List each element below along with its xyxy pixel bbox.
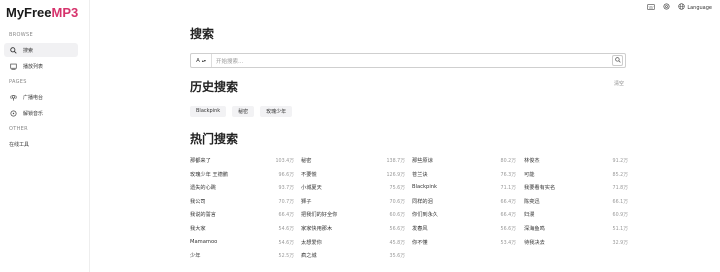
hot-item[interactable]: 我大家 54.6万 <box>190 225 294 239</box>
hot-item[interactable]: 可能 85.2万 <box>524 171 628 185</box>
unlock-icon <box>7 109 19 117</box>
hot-item[interactable]: 待我决去 32.9万 <box>524 239 628 253</box>
hot-item[interactable]: 遗失的心跳 93.7万 <box>190 184 294 198</box>
search-type-select[interactable]: A ▴▾ <box>191 54 212 67</box>
hot-column-2: 秘密 138.7万 不要慌 126.9万 小城夏天 75.6万 狮子 70.6万 把我们… <box>301 157 405 266</box>
hot-item[interactable]: Blackpink 71.1万 <box>412 184 516 198</box>
hot-item[interactable]: 疯之城 35.6万 <box>301 252 405 266</box>
history-chip[interactable]: 秘密 <box>232 106 255 117</box>
hot-item[interactable]: 玫瑰少年 王德鹏 96.6万 <box>190 171 294 185</box>
sidebar-item-online-tools[interactable]: 在线工具 <box>4 137 78 151</box>
search-type-value: A <box>196 57 200 64</box>
hot-item[interactable]: 苍兰诀 76.3万 <box>412 171 516 185</box>
radio-icon <box>7 94 19 101</box>
clear-history-button[interactable]: 清空 <box>614 80 624 87</box>
sidebar-item-label: 广播电台 <box>23 94 44 101</box>
hot-title: 热门搜索 <box>190 132 239 146</box>
sidebar-item-label: 解锁音乐 <box>23 110 44 117</box>
playlist-icon <box>7 63 19 70</box>
settings-icon[interactable] <box>663 3 670 12</box>
search-icon <box>7 46 19 54</box>
top-bar: Language <box>647 3 712 12</box>
hot-item[interactable]: 发春风 56.6万 <box>412 225 516 239</box>
chevron-updown-icon: ▴▾ <box>201 58 206 63</box>
hot-column-4: 林俊杰 91.2万 可能 85.2万 我要看有实名 71.8万 陈奕迅 66.1万 妇漫… <box>524 157 628 252</box>
pages-section-label: PAGES <box>9 79 27 85</box>
hot-item[interactable]: 林俊杰 91.2万 <box>524 157 628 171</box>
hot-item[interactable]: 你不懂 53.4万 <box>412 239 516 253</box>
hot-item[interactable]: 我要看有实名 71.8万 <box>524 184 628 198</box>
hot-item[interactable]: 太想爱你 45.8万 <box>301 239 405 253</box>
hot-item[interactable]: 你们到永久 66.4万 <box>412 211 516 225</box>
hot-item[interactable]: 小城夏天 75.6万 <box>301 184 405 198</box>
globe-icon <box>678 3 685 12</box>
hot-item[interactable]: 深海鱼鸣 51.1万 <box>524 225 628 239</box>
keyboard-icon[interactable] <box>647 3 656 12</box>
history-title: 历史搜索 <box>190 80 239 94</box>
sidebar: MyFreeMP3 BROWSE 搜索 播放列表 PAGES 广播电台 解锁音乐… <box>0 0 90 272</box>
search-button[interactable] <box>612 55 623 66</box>
history-chips: Blackpink 秘密 玫瑰少年 <box>190 106 293 117</box>
hot-item[interactable]: 妇漫 60.9万 <box>524 211 628 225</box>
hot-item[interactable]: 那都来了 103.4万 <box>190 157 294 171</box>
language-selector[interactable]: Language <box>678 3 712 12</box>
history-chip[interactable]: Blackpink <box>190 106 227 117</box>
browse-section-label: BROWSE <box>9 32 33 38</box>
search-title: 搜索 <box>190 27 215 41</box>
hot-item[interactable]: Mamamoo 54.6万 <box>190 239 294 253</box>
other-section-label: OTHER <box>9 126 28 132</box>
app-logo[interactable]: MyFreeMP3 <box>6 5 78 20</box>
hot-item[interactable]: 那些原谅 80.2万 <box>412 157 516 171</box>
hot-item[interactable]: 我说的誓言 66.4万 <box>190 211 294 225</box>
search-bar: A ▴▾ 开始搜索... <box>190 53 626 68</box>
hot-item[interactable]: 把我们的好全你 60.6万 <box>301 211 405 225</box>
sidebar-item-label: 在线工具 <box>9 141 30 148</box>
hot-item[interactable]: 秘密 138.7万 <box>301 157 405 171</box>
search-input[interactable]: 开始搜索... <box>212 57 612 65</box>
sidebar-item-label: 播放列表 <box>23 63 44 70</box>
hot-item[interactable]: 同样的泪 66.4万 <box>412 198 516 212</box>
search-icon <box>614 56 621 65</box>
hot-column-3: 那些原谅 80.2万 苍兰诀 76.3万 Blackpink 71.1万 同样的泪 66… <box>412 157 516 252</box>
hot-item[interactable]: 少年 52.5万 <box>190 252 294 266</box>
history-chip[interactable]: 玫瑰少年 <box>260 106 293 117</box>
hot-item[interactable]: 狮子 70.6万 <box>301 198 405 212</box>
sidebar-item-playlist[interactable]: 播放列表 <box>4 59 78 73</box>
sidebar-item-radio[interactable]: 广播电台 <box>4 90 78 104</box>
hot-item[interactable]: 陈奕迅 66.1万 <box>524 198 628 212</box>
hot-item[interactable]: 我公司 70.7万 <box>190 198 294 212</box>
language-label: Language <box>687 4 712 11</box>
hot-item[interactable]: 家家快用那木 56.6万 <box>301 225 405 239</box>
sidebar-item-search[interactable]: 搜索 <box>4 43 78 57</box>
hot-column-1: 那都来了 103.4万 玫瑰少年 王德鹏 96.6万 遗失的心跳 93.7万 我公司 7… <box>190 157 294 266</box>
hot-item[interactable]: 不要慌 126.9万 <box>301 171 405 185</box>
sidebar-item-unlock[interactable]: 解锁音乐 <box>4 106 78 120</box>
sidebar-item-label: 搜索 <box>23 47 34 54</box>
